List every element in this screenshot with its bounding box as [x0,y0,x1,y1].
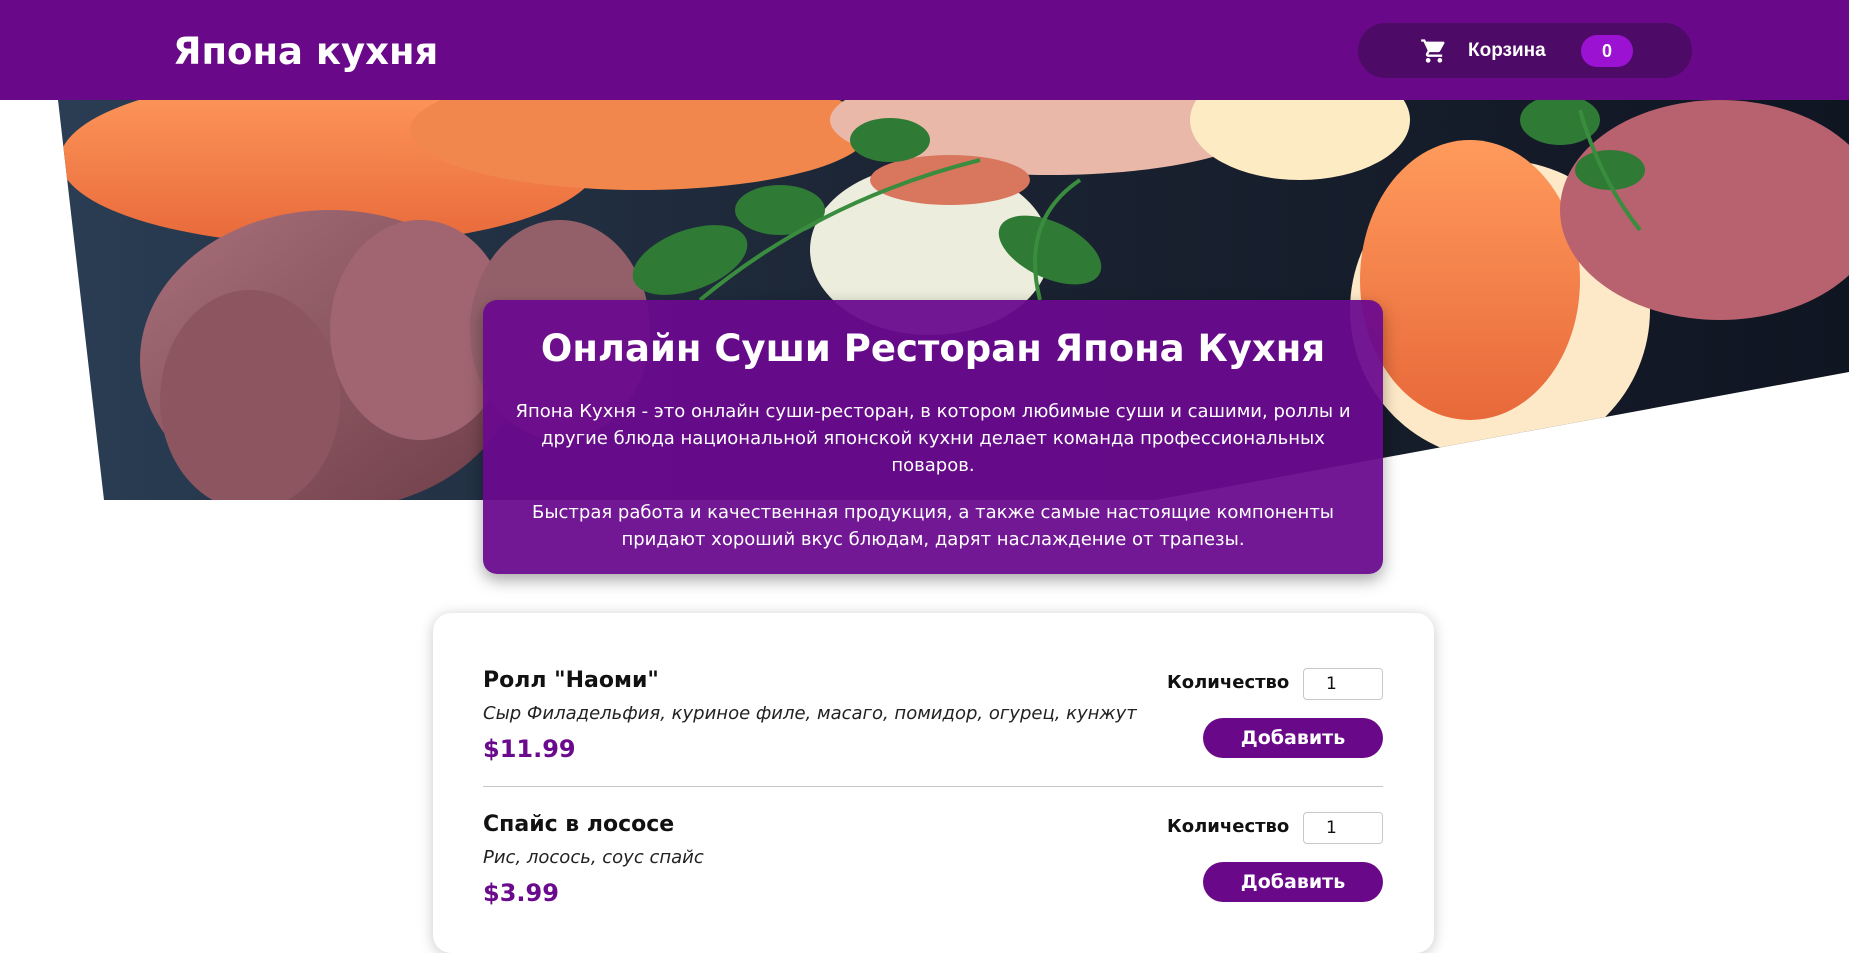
restaurant-summary: Онлайн Суши Ресторан Япона Кухня Япона К… [483,300,1383,574]
meal-description: Рис, лосось, соус спайс [483,847,704,868]
meal-item: Спайс в лососе Рис, лосось, соус спайс $… [483,812,1383,942]
meal-price: $3.99 [483,879,559,907]
meal-name: Ролл "Наоми" [483,668,659,693]
meal-divider [483,786,1383,787]
summary-title: Онлайн Суши Ресторан Япона Кухня [540,327,1326,370]
cart-label: Корзина [1468,40,1546,61]
add-to-cart-button[interactable]: Добавить [1203,862,1383,902]
quantity-input[interactable] [1303,668,1383,700]
summary-paragraph: Быстрая работа и качественная продукция,… [531,502,1335,550]
meal-item: Ролл "Наоми" Сыр Филадельфия, куриное фи… [483,668,1383,798]
meal-description: Сыр Филадельфия, куриное филе, масаго, п… [483,703,1137,724]
add-to-cart-button[interactable]: Добавить [1203,718,1383,758]
site-logo: Япона кухня [173,30,439,73]
summary-paragraph: Япона Кухня - это онлайн суши-ресторан, … [515,401,1351,476]
quantity-input[interactable] [1303,812,1383,844]
meals-card: Ролл "Наоми" Сыр Филадельфия, куриное фи… [433,613,1434,953]
meal-name: Спайс в лососе [483,812,675,837]
cart-button[interactable]: Корзина 0 [1358,23,1692,78]
quantity-label: Количество [1167,672,1290,693]
top-header: Япона кухня Корзина 0 [0,0,1849,100]
quantity-label: Количество [1167,816,1290,837]
cart-count-badge: 0 [1581,35,1633,67]
cart-icon [1421,39,1445,63]
meal-price: $11.99 [483,735,576,763]
